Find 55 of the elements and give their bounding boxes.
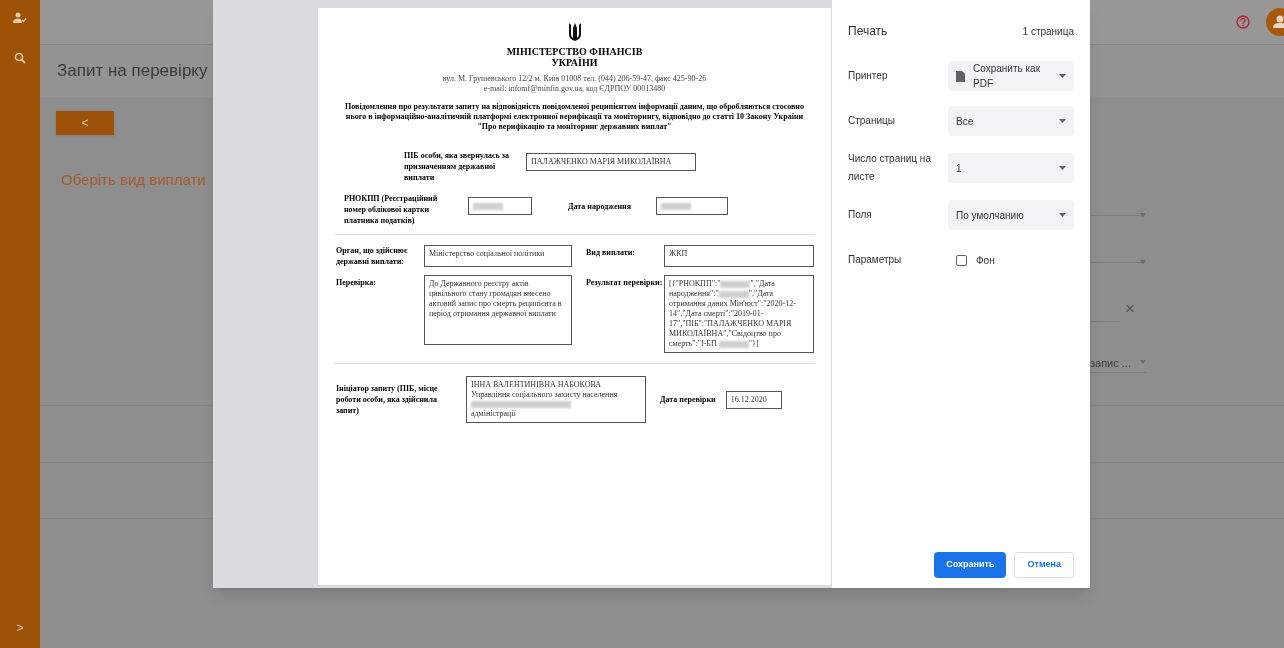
value-box: [{"РНОКПП":" ","Дата народження":" ","Дата отримання даних Мін'юст":"2020-12-14","Дата смерті":"2019-01-17","ПІБ":"ПАЛАЖЧЕНКО МАРІЯ МИКОЛАЇВНА","Свідоцтво про смерть":"I-БП "}]: [664, 275, 814, 353]
address-line: вул. М. Грушевського 12/2 м. Київ 01008 тел. (044) 206-59-47, факс 425-90-26: [441, 74, 708, 84]
checkbox-label: Фон: [976, 253, 995, 268]
field-label: Перевірка:: [336, 277, 377, 288]
setting-label: Страницы: [848, 114, 896, 128]
field-label: ПІБ особи, яка звернулась за призначенням державної виплати: [404, 150, 511, 183]
help-icon[interactable]: [1236, 15, 1250, 29]
field-label: Дата перевірки: [660, 394, 716, 405]
value-box: ПАЛАЖЧЕНКО МАРІЯ МИКОЛАЇВНА: [526, 153, 696, 171]
field-label: Результат перевірки:: [586, 277, 664, 288]
setting-label: Число страниц на листе: [848, 152, 932, 184]
search-icon[interactable]: [14, 52, 26, 64]
dropdown-arrow-icon: [1059, 74, 1066, 78]
setting-label: Параметры: [848, 253, 903, 267]
select-field[interactable]: 1: [948, 153, 1074, 183]
organization-name: МІНІСТЕРСТВО ФІНАНСІВ: [505, 46, 644, 57]
value-box: ЖКП: [664, 245, 814, 267]
select-field[interactable]: Все: [948, 106, 1074, 136]
cancel-button[interactable]: Отмена: [1014, 552, 1074, 578]
redacted-block: [718, 290, 749, 298]
dropdown-arrow-icon: [1059, 213, 1066, 217]
save-button[interactable]: Сохранить: [934, 552, 1007, 578]
redacted-block: [661, 202, 691, 210]
trident-emblem-icon: [567, 22, 582, 42]
redacted-block: [720, 280, 751, 288]
document-icon: [956, 70, 965, 82]
setting-label: Поля: [848, 208, 873, 222]
page-title: Запит на перевірку: [57, 60, 208, 83]
value-box: До Державного реєстру актів цивільного стану громадян внесено актовий запис про смерть реципієнта в період отримання державної виплати: [424, 275, 572, 345]
field-label: Ініціатор запиту (ПІБ, місце роботи особи, яка здійснила запит): [336, 383, 439, 416]
user-check-icon[interactable]: [13, 12, 27, 24]
dialog-title: Печать: [848, 23, 888, 40]
page-count: 1 страница: [1022, 24, 1074, 39]
value-box: Міністерство соціальної політики: [424, 245, 572, 267]
document-heading: Повідомлення про результати запиту на відповідність повідомленої реципієнтом інформації даним, що обробляються стосовно нього в інформаційно-аналітичній платформі електронної верифікації та моніторингу, відповідно до статті 10 Закону України "Про верифікацію та моніторинг державних виплат": [344, 102, 805, 132]
select-field[interactable]: По умолчанию: [948, 200, 1074, 230]
checkbox[interactable]: [956, 254, 967, 266]
field-label: Орган, що здійснює державні виплати:: [336, 245, 409, 267]
value-box: 16.12.2020: [725, 390, 782, 409]
address-line: e-mail: infomf@minfin.gov.ua, код ЄДРПОУ 00013480: [482, 84, 667, 94]
field-label: Вид виплати:: [586, 247, 636, 258]
dropdown-arrow-icon: [1059, 119, 1066, 123]
back-button[interactable]: <: [56, 111, 114, 135]
section-label: Оберіть вид виплати: [61, 170, 206, 190]
avatar-icon[interactable]: [1266, 8, 1284, 36]
expand-button[interactable]: >: [16, 620, 24, 636]
organization-name: УКРАЇНИ: [550, 57, 599, 68]
field-label: Дата народження: [568, 201, 632, 212]
field-label: РНОКПП (Реєстраційний номер облікової картки платника податків): [344, 193, 439, 226]
setting-label: Принтер: [848, 69, 889, 83]
redacted-block: [718, 340, 749, 348]
select-field[interactable]: Сохранить как PDF: [948, 61, 1074, 91]
redacted-block: [473, 202, 503, 210]
value-box: ІННА ВАЛЕНТИНІВНА НАБОКОВА Управління соціального захисту населення адміністрації: [466, 376, 646, 423]
dropdown-arrow-icon: [1059, 166, 1066, 170]
